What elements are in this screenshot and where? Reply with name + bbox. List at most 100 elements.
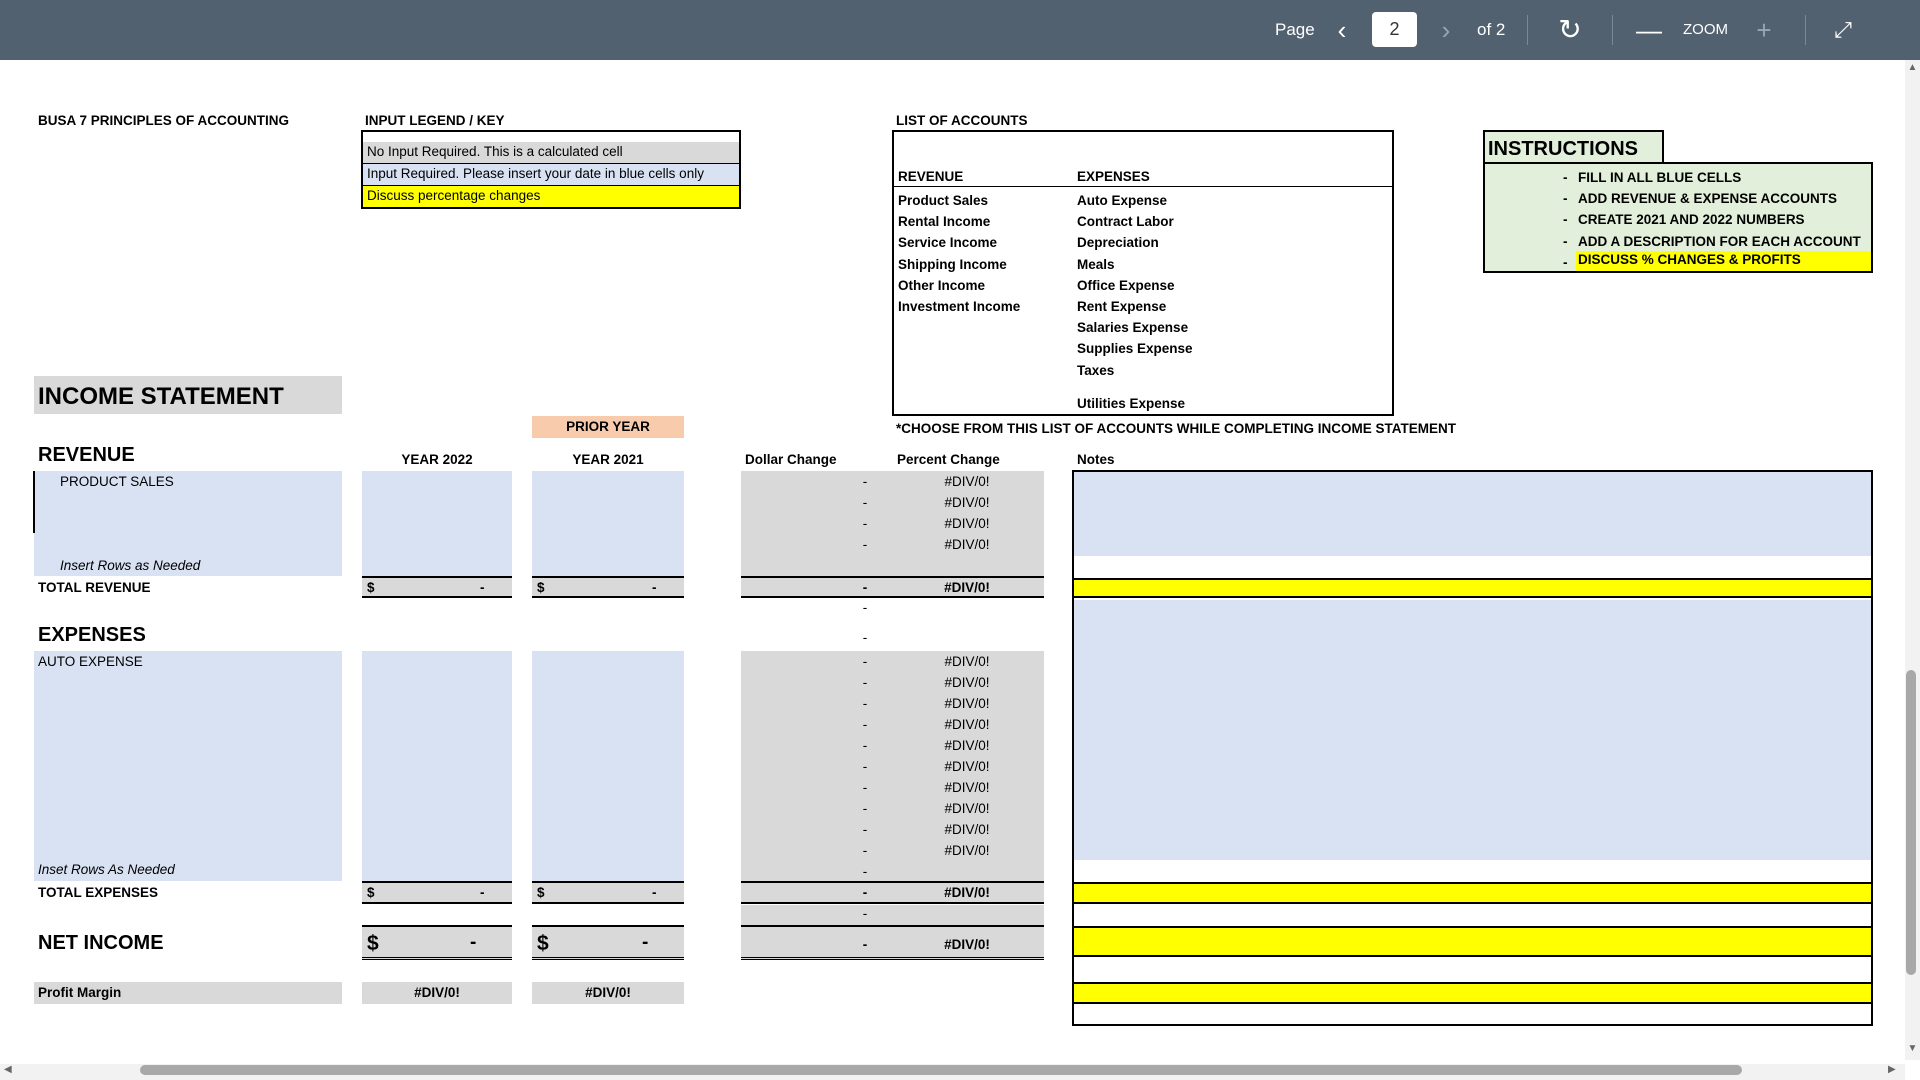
- zoom-label: ZOOM: [1683, 21, 1728, 38]
- collapse-icon[interactable]: ⤢: [1828, 0, 1858, 60]
- legend-input: Input Required. Please insert your date …: [363, 164, 739, 186]
- list-item: CREATE 2021 AND 2022 NUMBERS: [1578, 212, 1805, 228]
- notes-total-expenses[interactable]: [1074, 882, 1871, 904]
- spacer-cell: -: [741, 905, 1044, 925]
- toolbar-divider: [1612, 15, 1613, 45]
- total-revenue-2021: $ -: [532, 578, 684, 598]
- expense-dollar-dashes: - - - - - - - - - - -: [862, 654, 868, 879]
- expense-2021-cells[interactable]: [532, 651, 684, 881]
- list-item: Rental Income: [898, 214, 991, 230]
- notes-area: [1072, 470, 1873, 1026]
- list-item: Service Income: [898, 235, 998, 251]
- spacer-dash: -: [862, 600, 868, 615]
- expenses-header: EXPENSES: [38, 624, 146, 646]
- list-item: Salaries Expense: [1077, 320, 1189, 336]
- profit-margin-label-cell: Profit Margin: [34, 982, 342, 1004]
- list-item: Taxes: [1077, 362, 1115, 378]
- list-item: ADD A DESCRIPTION FOR EACH ACCOUNT: [1578, 233, 1861, 249]
- prev-page-icon[interactable]: ‹: [1330, 0, 1354, 60]
- zoom-out-icon[interactable]: —: [1636, 0, 1662, 60]
- list-item: FILL IN ALL BLUE CELLS: [1578, 170, 1742, 185]
- list-item: Rent Expense: [1077, 299, 1167, 315]
- accounts-expenses-list: Auto Expense Contract Labor Depreciation…: [1077, 190, 1193, 381]
- net-income-change: - #DIV/0!: [741, 927, 1044, 960]
- scroll-up-icon[interactable]: ▲: [1906, 62, 1919, 73]
- instructions-title: INSTRUCTIONS: [1488, 138, 1638, 160]
- expense-account-cells[interactable]: AUTO EXPENSE Inset Rows As Needed: [34, 651, 342, 881]
- expense-2022-cells[interactable]: [362, 651, 512, 881]
- scroll-left-icon[interactable]: ◀: [4, 1064, 12, 1075]
- revenue-dollar-dashes: - - - -: [862, 474, 868, 552]
- net-income-label: NET INCOME: [38, 932, 164, 954]
- accounts-title: LIST OF ACCOUNTS: [896, 113, 1028, 128]
- list-item: Supplies Expense: [1077, 341, 1193, 357]
- notes-revenue-cells[interactable]: [1074, 472, 1871, 556]
- toolbar-divider: [1805, 15, 1806, 45]
- notes-expenses-cells[interactable]: [1074, 600, 1871, 860]
- legend-title: INPUT LEGEND / KEY: [365, 113, 505, 128]
- legend-discuss: Discuss percentage changes: [363, 186, 739, 207]
- profit-margin-label: Profit Margin: [38, 985, 122, 1000]
- zoom-in-icon[interactable]: +: [1752, 0, 1776, 60]
- profit-margin-2022: #DIV/0!: [362, 982, 512, 1004]
- viewer-toolbar: [0, 0, 1920, 60]
- page-title: INCOME STATEMENT: [38, 383, 284, 410]
- col-header-dollar-change: Dollar Change: [745, 452, 837, 467]
- col-header-2022: YEAR 2022: [401, 452, 473, 467]
- vertical-scroll-thumb[interactable]: [1906, 670, 1916, 975]
- col-header-percent-change: Percent Change: [897, 452, 1000, 467]
- course-title: BUSA 7 PRINCIPLES OF ACCOUNTING: [38, 113, 290, 128]
- list-item: Office Expense: [1077, 277, 1175, 293]
- profit-margin-2021: #DIV/0!: [532, 982, 684, 1004]
- prior-year-label: PRIOR YEAR: [532, 416, 684, 438]
- revenue-account-cells[interactable]: PRODUCT SALES Insert Rows as Needed: [34, 471, 342, 576]
- rotate-icon[interactable]: ↻: [1554, 0, 1586, 60]
- notes-profit-margin[interactable]: [1074, 982, 1871, 1004]
- page-label: Page: [1275, 20, 1315, 39]
- list-item: Meals: [1077, 256, 1115, 272]
- list-item: Product Sales: [898, 193, 989, 208]
- revenue-percent-values: #DIV/0! #DIV/0! #DIV/0! #DIV/0!: [944, 474, 990, 552]
- next-page-icon[interactable]: ›: [1434, 0, 1458, 60]
- col-header-2021: YEAR 2021: [572, 452, 644, 467]
- accounts-box: REVENUE EXPENSES Product Sales Rental In…: [892, 130, 1394, 416]
- accounts-note: *CHOOSE FROM THIS LIST OF ACCOUNTS WHILE…: [896, 421, 1456, 436]
- scroll-down-icon[interactable]: ▼: [1906, 1043, 1919, 1054]
- list-item: Auto Expense: [1077, 193, 1168, 208]
- accounts-expenses-header: EXPENSES: [1077, 169, 1150, 184]
- total-expenses-2021: $ -: [532, 883, 684, 904]
- legend-calculated: No Input Required. This is a calculated …: [363, 142, 739, 164]
- horizontal-scroll-thumb[interactable]: [140, 1065, 1742, 1075]
- accounts-revenue-header: REVENUE: [898, 169, 964, 184]
- accounts-revenue-list: Product Sales Rental Income Service Inco…: [898, 190, 1020, 317]
- total-expenses-2022: $ -: [362, 883, 512, 904]
- scroll-right-icon[interactable]: ▶: [1888, 1064, 1896, 1075]
- toolbar-divider: [1527, 15, 1528, 45]
- list-item: Shipping Income: [898, 256, 1007, 272]
- page-number-input[interactable]: 2: [1372, 12, 1417, 47]
- legend-box: No Input Required. This is a calculated …: [361, 130, 741, 209]
- cell-cursor: [33, 471, 35, 533]
- list-item: Investment Income: [898, 299, 1021, 315]
- notes-total-revenue[interactable]: [1074, 578, 1871, 598]
- total-revenue-change: - #DIV/0!: [741, 578, 1044, 598]
- revenue-header: REVENUE: [38, 444, 135, 466]
- instructions-box: - - - - - FILL IN ALL BLUE CELLS ADD REV…: [1483, 162, 1873, 273]
- total-expenses-label: TOTAL EXPENSES: [38, 885, 159, 900]
- revenue-2021-cells[interactable]: [532, 471, 684, 576]
- notes-net-income[interactable]: [1074, 926, 1871, 957]
- net-income-2021: $ -: [532, 927, 684, 960]
- total-revenue-2022: $ -: [362, 578, 512, 598]
- revenue-2022-cells[interactable]: [362, 471, 512, 576]
- total-revenue-label: TOTAL REVENUE: [38, 580, 151, 595]
- accounts-divider: [894, 186, 1392, 187]
- expense-item-auto: AUTO EXPENSE: [38, 654, 143, 669]
- revenue-item-product-sales: PRODUCT SALES: [60, 474, 174, 489]
- spacer-dash: -: [862, 630, 868, 645]
- net-income-2022: $ -: [362, 927, 512, 960]
- page-total: of 2: [1477, 20, 1506, 39]
- revenue-insert-note: Insert Rows as Needed: [60, 558, 201, 573]
- expense-percent-values: #DIV/0! #DIV/0! #DIV/0! #DIV/0! #DIV/0! …: [944, 654, 990, 858]
- list-item: Depreciation: [1077, 235, 1159, 251]
- expense-insert-note: Inset Rows As Needed: [38, 862, 175, 877]
